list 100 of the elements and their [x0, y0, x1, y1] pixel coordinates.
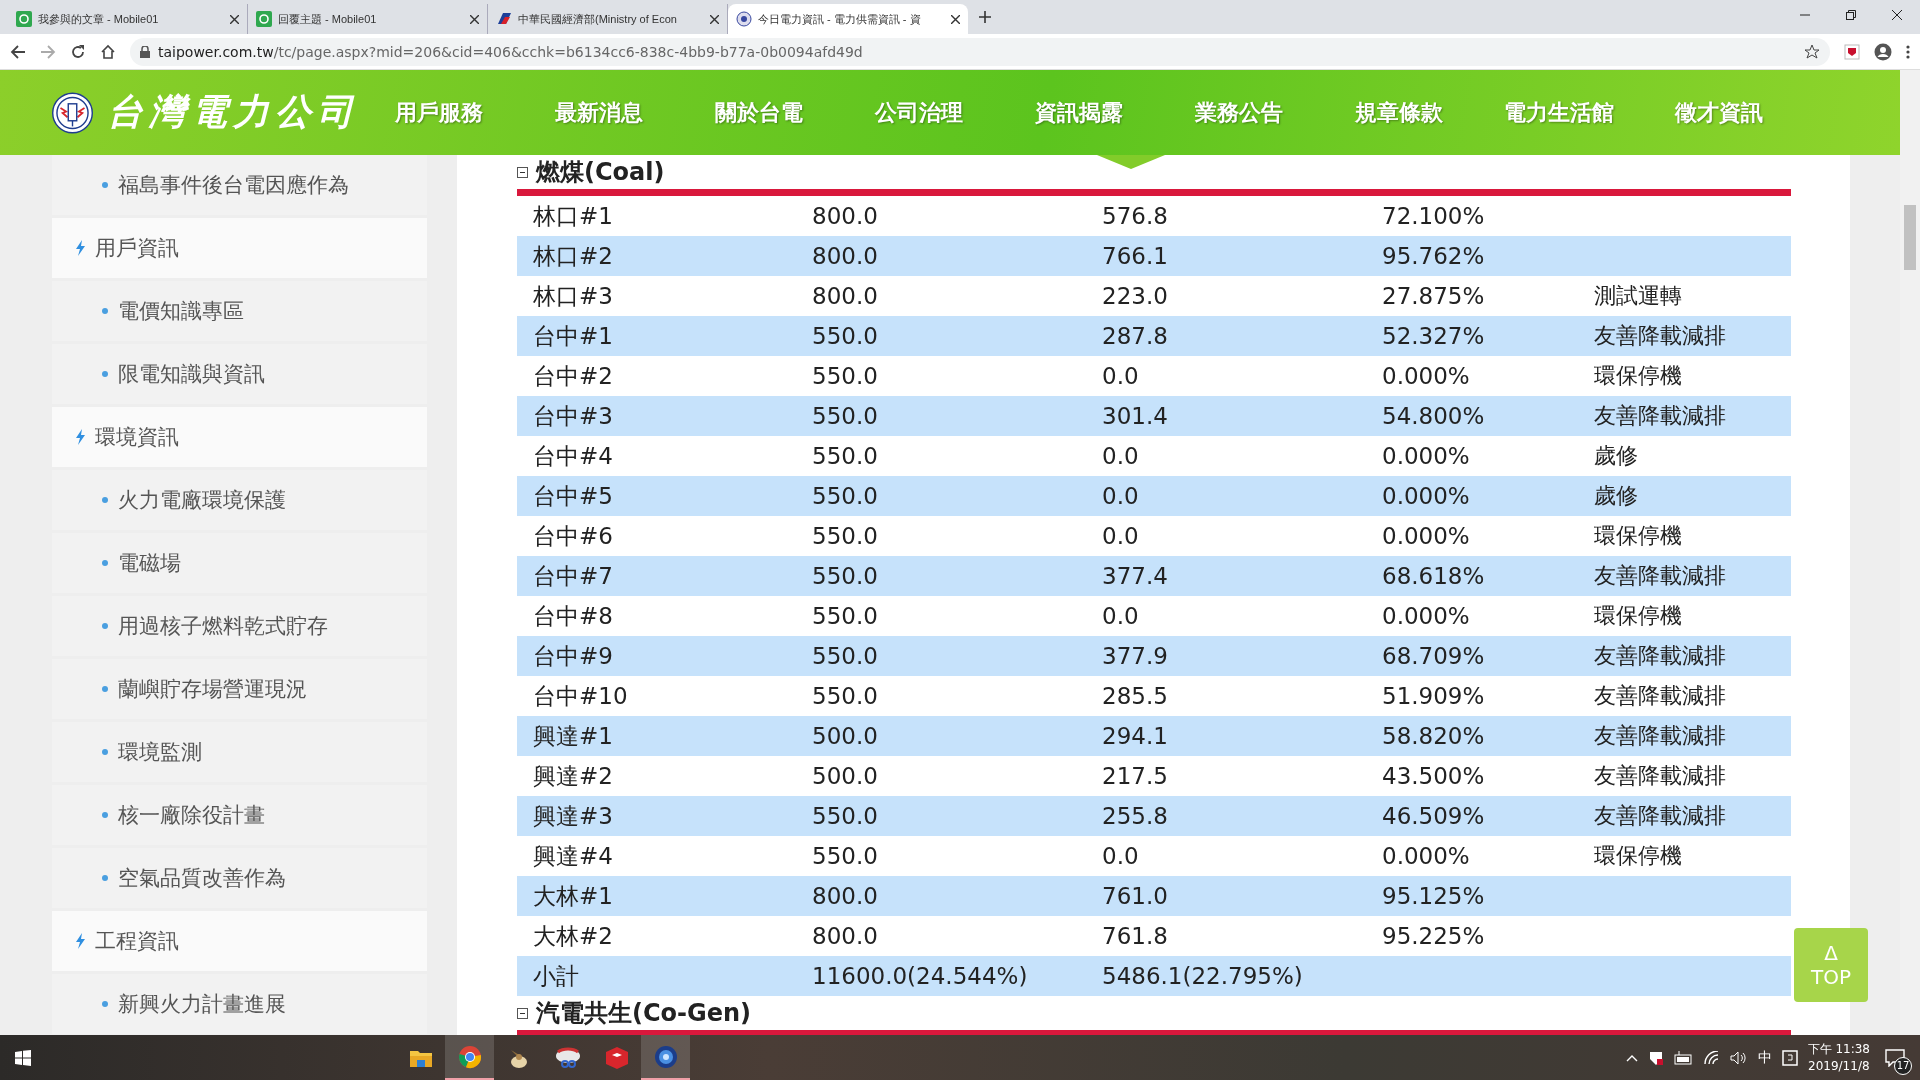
capacity-cell-text: 800.0	[812, 923, 879, 949]
output-cell-text: 301.4	[1102, 403, 1169, 429]
scissors-icon[interactable]	[554, 1045, 581, 1070]
restore-icon[interactable]	[1846, 10, 1856, 20]
sidebar-item[interactable]: 蘭嶼貯存場營運現況	[52, 659, 427, 719]
sidebar-item[interactable]: 電磁場	[52, 533, 427, 593]
ratio-cell-text: 68.618%	[1382, 563, 1486, 589]
sidebar-item[interactable]: 福島事件後台電因應作為	[52, 155, 427, 215]
sidebar-item[interactable]: 新興火力計畫進展	[52, 974, 427, 1034]
unit-cell-text: 台中#7	[533, 561, 614, 591]
sidebar-heading[interactable]: 用戶資訊	[52, 218, 427, 278]
capacity-cell-text: 550.0	[812, 843, 879, 869]
bullet-icon	[102, 686, 108, 692]
sidebar-item[interactable]: 核一廠除役計畫	[52, 785, 427, 845]
shield-icon[interactable]	[1647, 1049, 1664, 1066]
output-cell-text: 217.5	[1102, 763, 1169, 789]
sidebar-item[interactable]: 電價知識專區	[52, 281, 427, 341]
output-cell-text: 0.0	[1102, 843, 1140, 869]
lightning-icon	[76, 240, 85, 256]
unit-cell-text: 林口#1	[533, 201, 614, 231]
unit-cell-text: 大林#2	[533, 921, 614, 951]
capacity-cell-text: 500.0	[812, 763, 879, 789]
wifi-icon[interactable]	[1703, 1050, 1720, 1065]
capacity-cell-text: 550.0	[812, 363, 879, 389]
unit-cell-text: 小計	[533, 961, 580, 991]
sidebar-item[interactable]: 空氣品質改善作為	[52, 848, 427, 908]
output-cell-text: 0.0	[1102, 523, 1140, 549]
shield-icon[interactable]	[1844, 43, 1860, 60]
close-icon[interactable]	[230, 14, 239, 24]
item-label: 環境監測	[118, 739, 202, 766]
ratio-cell-text: 51.909%	[1382, 683, 1486, 709]
item-label: 新興火力計畫進展	[118, 991, 286, 1018]
bullet-icon	[102, 497, 108, 503]
window-icon[interactable]	[1781, 1049, 1798, 1066]
item-label: 用過核子燃料乾式貯存	[118, 613, 328, 640]
ratio-cell-text: 58.820%	[1382, 723, 1486, 749]
caret-icon[interactable]	[1625, 1053, 1638, 1062]
ratio-cell-text: 46.509%	[1382, 803, 1486, 829]
ratio-cell-text: 68.709%	[1382, 643, 1486, 669]
browser-tab[interactable]: 今日電力資訊 - 電力供需資訊 - 資	[728, 4, 968, 34]
bullet-icon	[102, 875, 108, 881]
lightning-icon	[76, 933, 85, 949]
clock[interactable]: 下午 11:38 2019/11/8	[1807, 1040, 1870, 1075]
unit-cell-text: 興達#1	[533, 721, 614, 751]
account-icon[interactable]	[1874, 42, 1892, 61]
cube-icon[interactable]	[604, 1045, 629, 1070]
lock-icon	[140, 45, 150, 58]
collapse-toggle[interactable]	[517, 1007, 528, 1019]
notification-button[interactable]: 17	[1880, 1042, 1910, 1073]
ratio-cell-text: 0.000%	[1382, 603, 1471, 629]
output-cell-text: 285.5	[1102, 683, 1169, 709]
back-icon[interactable]	[10, 43, 26, 60]
capacity-cell-text: 800.0	[812, 283, 879, 309]
sidebar-item[interactable]: 火力電廠環境保護	[52, 470, 427, 530]
orb-icon[interactable]	[653, 1044, 678, 1069]
volume-icon[interactable]	[1729, 1050, 1748, 1065]
collapse-toggle[interactable]	[517, 166, 528, 178]
battery-icon[interactable]	[1673, 1050, 1694, 1065]
sidebar-item[interactable]: 環境監測	[52, 722, 427, 782]
sidebar-item[interactable]: 限電知識與資訊	[52, 344, 427, 404]
capacity-cell-text: 550.0	[812, 803, 879, 829]
output-cell-text: 287.8	[1102, 323, 1169, 349]
unit-cell-text: 大林#1	[533, 881, 614, 911]
close-icon[interactable]	[470, 14, 479, 24]
sidebar-heading[interactable]: 工程資訊	[52, 911, 427, 971]
note-cell-text: 友善降載減排	[1594, 402, 1727, 430]
unit-cell-text: 興達#3	[533, 801, 614, 831]
menu-icon[interactable]	[1906, 43, 1910, 60]
capacity-cell-text: 550.0	[812, 483, 879, 509]
chrome-icon[interactable]	[457, 1044, 482, 1069]
output-cell-text: 0.0	[1102, 363, 1140, 389]
close-icon[interactable]	[951, 14, 960, 24]
sidebar-item[interactable]: 用過核子燃料乾式貯存	[52, 596, 427, 656]
bullet-icon	[102, 623, 108, 629]
capacity-cell-text: 550.0	[812, 523, 879, 549]
unit-cell-text: 興達#2	[533, 761, 614, 791]
app-icon	[256, 11, 272, 27]
ratio-cell-text: 72.100%	[1382, 203, 1486, 229]
home-icon[interactable]	[100, 43, 116, 60]
note-cell-text: 歲修	[1594, 442, 1639, 470]
bullet-icon	[102, 560, 108, 566]
item-label: 電價知識專區	[118, 298, 244, 325]
unit-cell-text: 台中#2	[533, 361, 614, 391]
input-method[interactable]: 中	[1757, 1048, 1772, 1067]
output-cell-text: 761.8	[1102, 923, 1169, 949]
close-icon[interactable]	[1892, 10, 1902, 20]
item-label: 蘭嶼貯存場營運現況	[118, 676, 307, 703]
note-cell-text: 友善降載減排	[1594, 802, 1727, 830]
windows-icon[interactable]	[15, 1049, 31, 1066]
star-icon[interactable]	[1804, 43, 1820, 60]
output-cell-text: 294.1	[1102, 723, 1169, 749]
section-title: 燃煤(Coal)	[536, 157, 665, 188]
close-icon[interactable]	[710, 14, 719, 24]
reload-icon[interactable]	[70, 43, 86, 60]
address-field[interactable]: taipower.com.tw/tc/page.aspx?mid=206&cid=406&cchk=b6134cc6-838c-4bb9-b77a-0b0094afd49d	[130, 37, 1830, 66]
unit-cell-text: 台中#8	[533, 601, 614, 631]
sidebar-heading[interactable]: 環境資訊	[52, 407, 427, 467]
ratio-cell-text: 54.800%	[1382, 403, 1486, 429]
new-tab-icon[interactable]	[978, 10, 992, 24]
capacity-cell-text: 550.0	[812, 643, 879, 669]
